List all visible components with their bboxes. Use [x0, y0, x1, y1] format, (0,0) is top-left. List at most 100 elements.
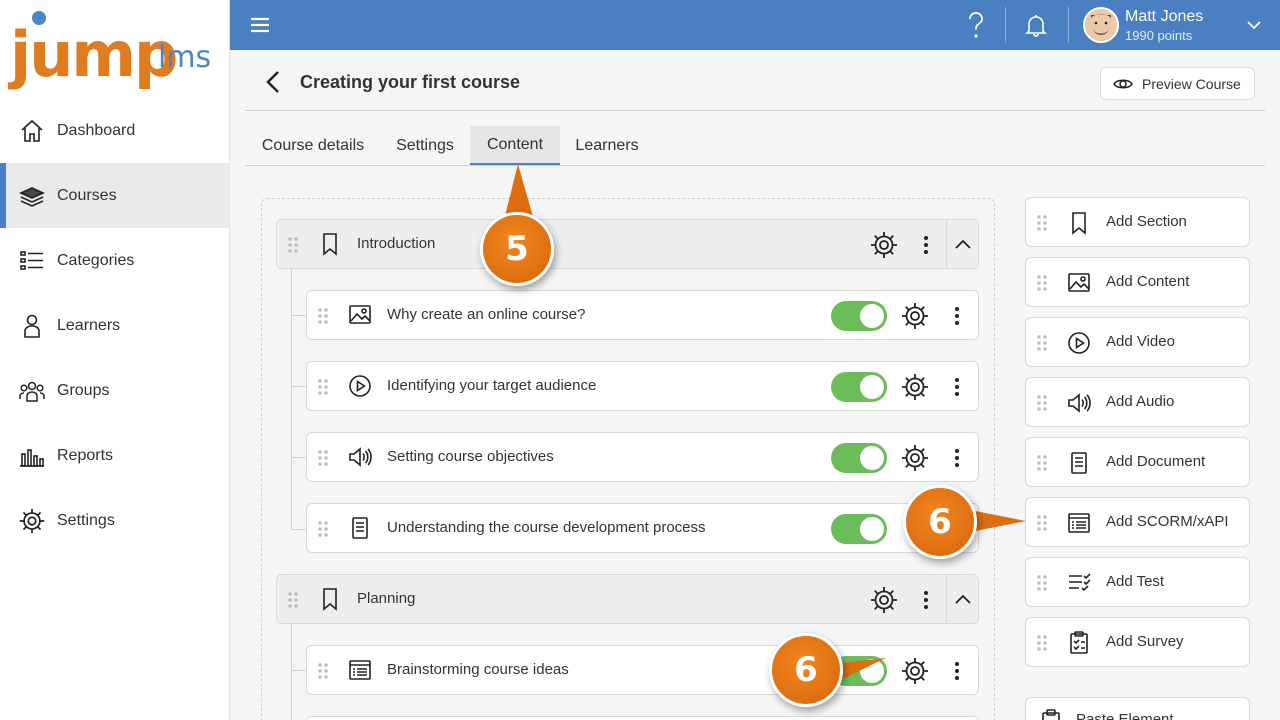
add-scorm-button[interactable]: Add SCORM/xAPI	[1025, 497, 1250, 547]
more-options-icon[interactable]	[954, 661, 960, 681]
content-item-row[interactable]: Identifying your target audience	[306, 361, 979, 411]
sidebar-item-learners[interactable]: Learners	[0, 293, 230, 358]
back-arrow-icon[interactable]	[263, 70, 283, 94]
tab-bar: Course details Settings Content Learners	[245, 126, 1265, 166]
section-row[interactable]: Introduction	[276, 219, 979, 269]
jumplms-logo[interactable]: jump lms	[10, 8, 225, 98]
sidebar-item-dashboard[interactable]: Dashboard	[0, 98, 230, 163]
add-content-button[interactable]: Add Content	[1025, 257, 1250, 307]
drag-handle-icon[interactable]	[1036, 635, 1048, 651]
user-points: 1990 points	[1125, 28, 1193, 43]
logo-text: jump	[10, 18, 178, 91]
sidebar-item-reports[interactable]: Reports	[0, 423, 230, 488]
gear-icon[interactable]	[900, 372, 930, 402]
play-icon	[1066, 330, 1092, 356]
drag-handle-icon[interactable]	[1036, 515, 1048, 531]
books-icon	[19, 186, 45, 207]
image-icon	[1066, 270, 1092, 296]
chevron-down-icon[interactable]	[1246, 17, 1262, 33]
item-label: Understanding the course development pro…	[387, 519, 706, 536]
avatar[interactable]	[1083, 7, 1119, 43]
sidebar-item-groups[interactable]: Groups	[0, 358, 230, 423]
sidebar: jump lms Dashboard Courses Categories Le…	[0, 0, 230, 720]
gear-icon[interactable]	[900, 656, 930, 686]
drag-handle-icon[interactable]	[317, 379, 329, 395]
add-document-button[interactable]: Add Document	[1025, 437, 1250, 487]
more-options-icon[interactable]	[923, 235, 929, 255]
sidebar-item-label: Learners	[57, 316, 121, 334]
more-options-icon[interactable]	[923, 590, 929, 610]
more-options-icon[interactable]	[954, 377, 960, 397]
drag-handle-icon[interactable]	[317, 308, 329, 324]
sidebar-item-categories[interactable]: Categories	[0, 228, 230, 293]
drag-handle-icon[interactable]	[317, 450, 329, 466]
list-icon	[20, 250, 43, 270]
collapse-button[interactable]	[946, 575, 978, 623]
gear-icon[interactable]	[869, 230, 899, 260]
divider	[245, 165, 1265, 166]
gear-icon[interactable]	[900, 301, 930, 331]
content-item-row[interactable]: Understanding the course development pro…	[306, 503, 979, 553]
drag-handle-icon[interactable]	[1036, 215, 1048, 231]
preview-course-label: Preview Course	[1142, 75, 1241, 92]
sidebar-item-label: Reports	[57, 446, 114, 464]
enable-toggle[interactable]	[831, 514, 887, 544]
tab-learners[interactable]: Learners	[565, 126, 649, 166]
drag-handle-icon[interactable]	[1036, 395, 1048, 411]
add-section-button[interactable]: Add Section	[1025, 197, 1250, 247]
add-button-label: Add Survey	[1106, 633, 1184, 650]
speaker-icon	[347, 444, 373, 470]
section-label: Planning	[357, 590, 416, 607]
drag-handle-icon[interactable]	[1036, 275, 1048, 291]
add-survey-button[interactable]: Add Survey	[1025, 617, 1250, 667]
add-test-button[interactable]: Add Test	[1025, 557, 1250, 607]
tab-course-details[interactable]: Course details	[245, 126, 381, 166]
help-icon[interactable]	[965, 10, 987, 40]
section-row[interactable]: Planning	[276, 574, 979, 624]
add-button-label: Add Section	[1106, 213, 1187, 230]
add-button-label: Add Document	[1106, 453, 1206, 470]
tab-settings[interactable]: Settings	[385, 126, 465, 166]
more-options-icon[interactable]	[954, 306, 960, 326]
enable-toggle[interactable]	[831, 443, 887, 473]
bar-chart-icon	[20, 448, 44, 467]
speaker-icon	[1066, 390, 1092, 416]
content-item-row[interactable]: Setting course objectives	[306, 432, 979, 482]
gear-icon	[18, 507, 46, 535]
play-icon	[347, 373, 373, 399]
drag-handle-icon[interactable]	[287, 592, 299, 608]
add-button-label: Add Audio	[1106, 393, 1175, 410]
preview-course-button[interactable]: Preview Course	[1100, 67, 1255, 100]
section-label: Introduction	[357, 235, 436, 252]
sidebar-item-courses[interactable]: Courses	[0, 163, 230, 228]
checklist-icon	[1066, 570, 1092, 596]
user-name[interactable]: Matt Jones	[1125, 8, 1203, 26]
gear-icon[interactable]	[869, 585, 899, 615]
drag-handle-icon[interactable]	[287, 237, 299, 253]
collapse-button[interactable]	[946, 220, 978, 268]
more-options-icon[interactable]	[954, 448, 960, 468]
content-item-row[interactable]	[306, 716, 979, 720]
drag-handle-icon[interactable]	[1036, 575, 1048, 591]
item-label: Identifying your target audience	[387, 377, 597, 394]
drag-handle-icon[interactable]	[1036, 335, 1048, 351]
bookmark-icon	[317, 586, 343, 612]
drag-handle-icon[interactable]	[1036, 455, 1048, 471]
sidebar-item-settings[interactable]: Settings	[0, 488, 230, 553]
enable-toggle[interactable]	[831, 301, 887, 331]
add-audio-button[interactable]: Add Audio	[1025, 377, 1250, 427]
hamburger-menu-icon[interactable]	[250, 15, 270, 35]
content-item-row[interactable]: Why create an online course?	[306, 290, 979, 340]
enable-toggle[interactable]	[831, 372, 887, 402]
drag-handle-icon[interactable]	[317, 663, 329, 679]
document-icon	[347, 515, 373, 541]
scorm-icon	[1066, 510, 1092, 536]
drag-handle-icon[interactable]	[317, 521, 329, 537]
gear-icon[interactable]	[900, 443, 930, 473]
add-video-button[interactable]: Add Video	[1025, 317, 1250, 367]
add-button-label: Add Video	[1106, 333, 1175, 350]
divider	[1068, 7, 1069, 43]
sidebar-item-label: Dashboard	[57, 121, 136, 139]
bell-icon[interactable]	[1025, 13, 1047, 37]
paste-element-button[interactable]: Paste Element	[1025, 697, 1250, 720]
